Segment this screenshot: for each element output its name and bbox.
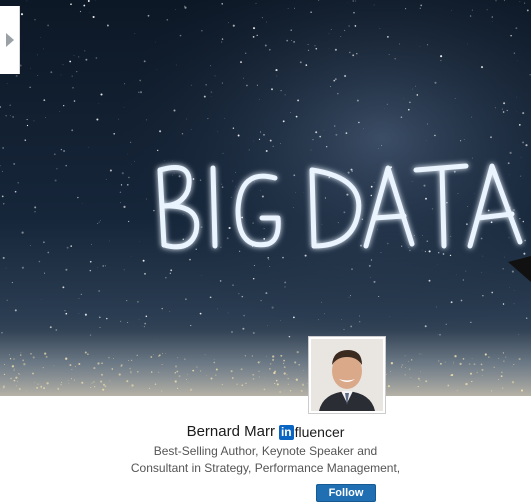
- chevron-right-icon: [6, 33, 14, 47]
- profile-name-row: Bernard Marr in fluencer: [0, 423, 531, 440]
- follow-button[interactable]: Follow: [316, 484, 376, 502]
- headline-line-1: Best-Selling Author, Keynote Speaker and: [153, 444, 378, 458]
- cover-image: [0, 0, 531, 396]
- linkedin-in-icon: in: [278, 424, 294, 440]
- influencer-badge: in fluencer: [278, 424, 345, 441]
- profile-headline: Best-Selling Author, Keynote Speaker and…: [0, 443, 531, 477]
- headline-line-2: Consultant in Strategy, Performance Mana…: [130, 461, 401, 475]
- profile-name[interactable]: Bernard Marr: [187, 423, 275, 440]
- avatar[interactable]: [308, 336, 386, 414]
- influencer-label: fluencer: [294, 424, 345, 441]
- previous-arrow-button[interactable]: [0, 6, 20, 74]
